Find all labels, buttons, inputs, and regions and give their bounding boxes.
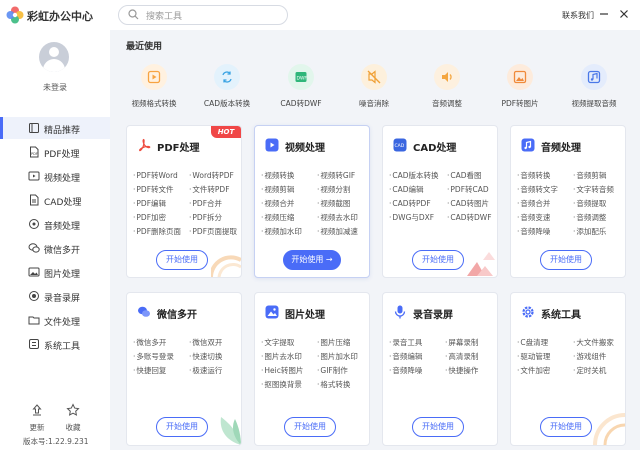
favorite-button[interactable]: 收藏	[58, 402, 88, 433]
search-placeholder: 搜索工具	[146, 12, 183, 22]
svg-text:DWF: DWF	[297, 75, 308, 81]
pdf-icon: PDF	[30, 146, 39, 158]
wechat-card-icon	[138, 306, 150, 317]
pdf-start-button[interactable]: 开始使用	[156, 250, 208, 270]
video-card-icon	[265, 138, 279, 152]
folder-icon	[28, 316, 40, 325]
contact-us-link[interactable]: 联系我们	[562, 10, 594, 21]
audio-card[interactable]: 音频处理 音频转换 音频剪辑 音频转文字 文字转音频 音频合并 音频提取 音频变…	[510, 125, 626, 278]
wechat-card[interactable]: 微信多开 微信多开 微信双开 多账号登录 快速切换 快捷回复 极速运行 开始使用	[126, 292, 242, 446]
gear-icon	[522, 306, 534, 318]
recent-item-extract-audio[interactable]: 视频提取音频	[554, 64, 634, 109]
star-icon	[66, 403, 80, 416]
video-card[interactable]: 视频处理 视频转换 视频转GIF 视频剪辑 视频分割 视频合并 视频截图 视频压…	[254, 125, 370, 278]
microphone-icon	[394, 305, 406, 319]
recent-item-audio-adjust[interactable]: 音频调整	[407, 64, 487, 109]
noise-removal-icon	[361, 64, 387, 90]
triangles-decoration	[467, 252, 495, 276]
update-icon	[32, 404, 42, 416]
recent-item-pdf-image[interactable]: PDF转图片	[480, 64, 560, 109]
cad-start-button[interactable]: 开始使用	[412, 250, 464, 270]
wechat-start-button[interactable]: 开始使用	[156, 417, 208, 437]
video-convert-icon	[141, 64, 167, 90]
login-status[interactable]: 未登录	[0, 82, 110, 93]
sidebar-item-system[interactable]: 系统工具	[0, 333, 110, 355]
wechat-icon	[28, 243, 40, 253]
recent-item-cad-dwf[interactable]: DWF CAD转DWF	[261, 64, 341, 109]
recent-item-noise[interactable]: 噪音消除	[334, 64, 414, 109]
record-start-button[interactable]: 开始使用	[412, 417, 464, 437]
cad-card[interactable]: CAD CAD处理 CAD版本转换 CAD看图 CAD编辑 PDF转CAD CA…	[382, 125, 498, 278]
recent-section-title: 最近使用	[126, 42, 163, 52]
sidebar-item-file[interactable]: 文件处理	[0, 309, 110, 331]
image-icon	[28, 267, 40, 277]
leaf-decoration	[220, 417, 241, 445]
svg-text:PDF: PDF	[31, 152, 38, 156]
audio-adjust-icon	[434, 64, 460, 90]
sidebar-item-audio[interactable]: 音频处理	[0, 213, 110, 235]
cad-version-icon	[214, 64, 240, 90]
sidebar-item-cad[interactable]: CAD处理	[0, 189, 110, 211]
video-start-button[interactable]: 开始使用 →	[283, 250, 341, 270]
minimize-icon[interactable]	[598, 8, 610, 20]
sidebar-item-video[interactable]: 视频处理	[0, 165, 110, 187]
sidebar-item-wechat[interactable]: 微信多开	[0, 237, 110, 259]
search-icon	[128, 9, 139, 20]
app-title: 彩虹办公中心	[27, 10, 93, 23]
version-label: 版本号:1.22.9.231	[23, 437, 89, 446]
audio-card-icon	[521, 138, 535, 152]
image-start-button[interactable]: 开始使用	[284, 417, 336, 437]
pdf-to-image-icon	[507, 64, 533, 90]
search-input[interactable]: 搜索工具	[118, 5, 288, 25]
extract-audio-icon	[581, 64, 607, 90]
cad-icon	[30, 194, 39, 206]
audio-icon	[29, 219, 39, 229]
update-button[interactable]: 更新	[22, 402, 52, 433]
recent-item-cad-version[interactable]: CAD版本转换	[187, 64, 267, 109]
image-card-icon	[265, 305, 279, 319]
avatar[interactable]	[39, 42, 69, 72]
sidebar-item-pdf[interactable]: PDF PDF处理	[0, 141, 110, 163]
system-icon	[29, 339, 39, 349]
sidebar-item-recommend[interactable]: 精品推荐	[0, 117, 110, 139]
title-bar: 彩虹办公中心 搜索工具 联系我们	[0, 0, 640, 30]
cad-card-icon: CAD	[393, 138, 407, 152]
recent-item-video-format[interactable]: 视频格式转换	[114, 64, 194, 109]
system-start-button[interactable]: 开始使用	[540, 417, 592, 437]
system-card[interactable]: 系统工具 C盘清理 大文件搬家 驱动管理 游戏组件 文件加密 定时关机 开始使用	[510, 292, 626, 446]
swirl-decoration	[211, 255, 241, 277]
image-card[interactable]: 图片处理 文字提取 图片压缩 图片去水印 图片加水印 Heic转图片 GIF制作…	[254, 292, 370, 446]
video-icon	[28, 171, 40, 181]
rainbow-logo-icon	[6, 6, 24, 24]
sidebar: 未登录 精品推荐 PDF PDF处理 视频处理 CAD处理 音频处理 微信多开 …	[0, 30, 110, 450]
audio-start-button[interactable]: 开始使用	[540, 250, 592, 270]
recommend-icon	[29, 123, 39, 133]
close-icon[interactable]	[618, 8, 630, 20]
dwf-icon: DWF	[288, 64, 314, 90]
record-card[interactable]: 录音录屏 录音工具 屏幕录制 音频编辑 高清录制 音频降噪 快捷操作 开始使用	[382, 292, 498, 446]
svg-text:CAD: CAD	[395, 143, 405, 149]
hot-badge: HOT	[211, 126, 241, 138]
record-icon	[29, 291, 39, 301]
sidebar-item-record[interactable]: 录音录屏	[0, 285, 110, 307]
swirl-decoration	[593, 413, 625, 445]
sidebar-item-image[interactable]: 图片处理	[0, 261, 110, 283]
pdf-card-icon	[139, 138, 151, 152]
pdf-card[interactable]: PDF处理 HOT PDF转Word Word转PDF PDF转文件 文件转PD…	[126, 125, 242, 278]
